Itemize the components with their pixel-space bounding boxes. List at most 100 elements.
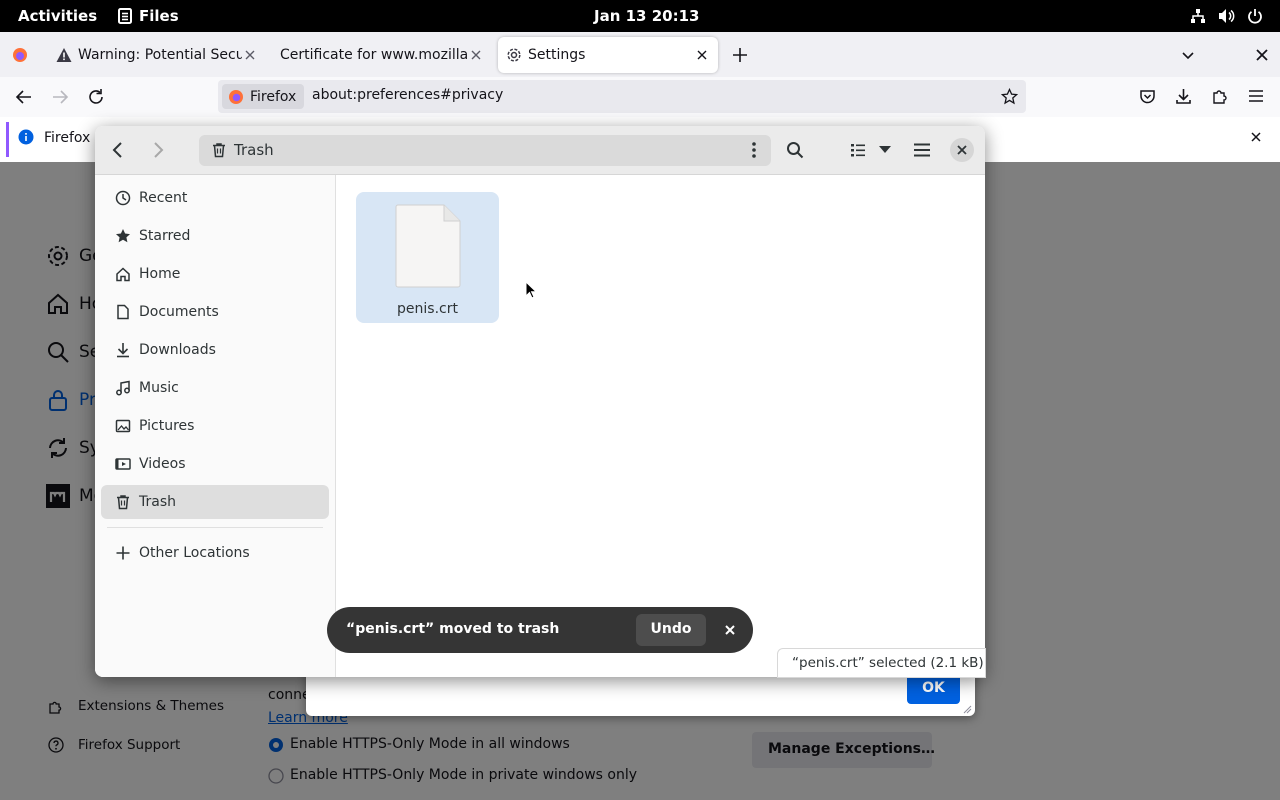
file-name: penis.crt — [397, 301, 458, 317]
sidebar-item-trash[interactable]: Trash — [101, 485, 329, 519]
sidebar-item-recent[interactable]: Recent — [101, 181, 329, 215]
dialog-close-button[interactable] — [950, 138, 974, 162]
network-icon[interactable] — [1190, 8, 1206, 24]
info-icon — [18, 129, 34, 145]
trash-toast: “penis.crt” moved to trash Undo — [327, 607, 753, 653]
undo-button[interactable]: Undo — [636, 614, 706, 646]
new-tab-icon[interactable] — [731, 46, 749, 64]
path-bar[interactable]: Trash — [199, 135, 771, 166]
clock-icon — [115, 190, 131, 206]
files-app-icon — [118, 8, 132, 24]
close-icon[interactable] — [468, 47, 484, 63]
resize-grip-icon[interactable] — [962, 704, 972, 714]
activities-button[interactable]: Activities — [18, 0, 97, 32]
sidebar-label: Recent — [139, 190, 188, 206]
nav-bar: Firefox about:preferences#privacy — [0, 77, 1280, 117]
sidebar-item-home[interactable]: Home — [101, 257, 329, 291]
status-text: “penis.crt” selected (2.1 kB) — [792, 655, 984, 671]
selection-status: “penis.crt” selected (2.1 kB) — [777, 648, 986, 678]
toast-message: “penis.crt” moved to trash — [346, 621, 560, 637]
gnome-top-bar: Activities Files Jan 13 20:13 — [0, 0, 1280, 32]
identity-box[interactable]: Firefox — [222, 84, 304, 109]
sidebar-label: Videos — [139, 456, 186, 472]
window-close-icon[interactable] — [1254, 47, 1270, 63]
file-chooser-dialog: Trash Recent Starred Home Documents Down… — [95, 126, 985, 677]
file-generic-icon — [394, 203, 462, 289]
main-menu-icon[interactable] — [913, 142, 931, 158]
tab-label: Certificate for www.mozilla.c — [280, 47, 468, 63]
downloads-icon[interactable] — [1175, 87, 1192, 105]
url-text[interactable]: about:preferences#privacy — [312, 87, 503, 103]
file-item[interactable]: penis.crt — [356, 192, 499, 323]
gear-icon — [506, 47, 522, 63]
sidebar-item-other-locations[interactable]: Other Locations — [101, 536, 329, 570]
sidebar-item-starred[interactable]: Starred — [101, 219, 329, 253]
firefox-view-icon[interactable] — [12, 47, 28, 63]
toast-close-icon[interactable] — [724, 624, 736, 636]
sidebar-label: Downloads — [139, 342, 216, 358]
tab-settings[interactable]: Settings — [498, 37, 718, 73]
clock[interactable]: Jan 13 20:13 — [594, 0, 699, 32]
home-icon — [115, 266, 131, 282]
sidebar-item-music[interactable]: Music — [101, 371, 329, 405]
trash-icon — [115, 494, 131, 510]
tab-certificate[interactable]: Certificate for www.mozilla.c — [272, 37, 492, 73]
bookmark-star-icon[interactable] — [1001, 88, 1018, 105]
volume-icon[interactable] — [1218, 8, 1236, 24]
undo-label: Undo — [650, 621, 692, 637]
pocket-icon[interactable] — [1139, 88, 1156, 105]
ok-label: OK — [922, 680, 945, 696]
path-menu-icon[interactable] — [752, 142, 756, 158]
reload-icon[interactable] — [87, 88, 105, 106]
sidebar-label: Documents — [139, 304, 219, 320]
back-chevron-icon[interactable] — [110, 141, 126, 159]
identity-label: Firefox — [250, 88, 297, 105]
forward-chevron-icon[interactable] — [150, 141, 166, 159]
notification-close-icon[interactable] — [1248, 129, 1264, 145]
sidebar-label: Starred — [139, 228, 191, 244]
power-icon[interactable] — [1247, 8, 1263, 24]
forward-arrow-icon[interactable] — [51, 88, 69, 106]
list-tabs-chevron-icon[interactable] — [1180, 47, 1196, 63]
file-view: penis.crt — [336, 175, 985, 677]
sidebar-label: Music — [139, 380, 179, 396]
sidebar-label: Home — [139, 266, 181, 282]
tab-warning[interactable]: Warning: Potential Securi — [48, 37, 266, 73]
tab-label: Settings — [528, 47, 586, 63]
tab-strip: Warning: Potential Securi Certificate fo… — [0, 32, 1280, 77]
tab-label: Warning: Potential Securi — [78, 47, 242, 63]
close-icon[interactable] — [694, 47, 710, 63]
picture-icon — [115, 418, 131, 434]
sidebar-label: Pictures — [139, 418, 195, 434]
close-icon[interactable] — [242, 47, 258, 63]
path-current[interactable]: Trash — [234, 141, 274, 159]
sidebar-label: Trash — [139, 494, 176, 510]
file-chooser-header: Trash — [95, 126, 985, 175]
mouse-pointer-icon — [525, 281, 537, 299]
extensions-puzzle-icon[interactable] — [1211, 87, 1229, 105]
sidebar-item-documents[interactable]: Documents — [101, 295, 329, 329]
firefox-logo-icon — [228, 89, 244, 105]
sidebar-item-pictures[interactable]: Pictures — [101, 409, 329, 443]
list-view-icon[interactable] — [850, 142, 866, 158]
video-icon — [115, 456, 131, 472]
sidebar-divider — [107, 527, 323, 528]
url-bar[interactable]: Firefox about:preferences#privacy — [218, 80, 1026, 113]
sidebar-label: Other Locations — [139, 545, 250, 561]
ok-button[interactable]: OK — [907, 674, 960, 704]
music-icon — [115, 380, 131, 396]
warning-icon — [56, 47, 72, 63]
star-icon — [115, 228, 131, 244]
search-icon[interactable] — [786, 141, 804, 159]
sidebar-item-videos[interactable]: Videos — [101, 447, 329, 481]
close-icon — [956, 144, 968, 156]
document-icon — [115, 304, 131, 320]
view-options-dropdown-icon[interactable] — [879, 146, 891, 154]
back-arrow-icon[interactable] — [15, 88, 33, 106]
app-menu[interactable]: Files — [139, 0, 179, 32]
trash-icon — [211, 142, 227, 158]
sidebar-item-downloads[interactable]: Downloads — [101, 333, 329, 367]
hamburger-menu-icon[interactable] — [1247, 88, 1265, 104]
plus-icon — [115, 545, 131, 561]
download-icon — [115, 342, 131, 358]
